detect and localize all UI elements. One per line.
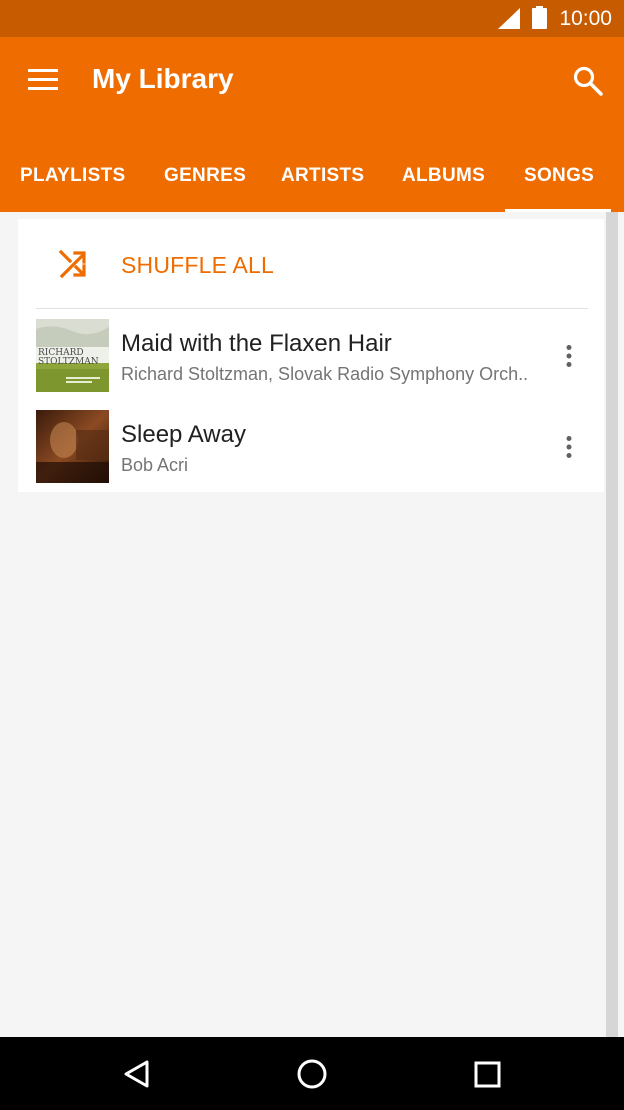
active-tab-indicator — [505, 209, 611, 212]
tab-albums[interactable]: ALBUMS — [402, 143, 485, 212]
tab-bar: PLAYLISTS GENRES ARTISTS ALBUMS SONGS — [0, 143, 624, 212]
song-title: Sleep Away — [121, 421, 246, 448]
signal-icon — [498, 8, 520, 29]
more-vert-icon[interactable] — [558, 345, 580, 367]
tab-songs[interactable]: SONGS — [524, 143, 594, 212]
song-title: Maid with the Flaxen Hair — [121, 330, 392, 357]
tab-genres[interactable]: GENRES — [164, 143, 246, 212]
album-art-text: STOLTZMAN — [38, 357, 99, 367]
back-icon[interactable] — [122, 1059, 152, 1089]
album-art: RICHARD STOLTZMAN — [36, 319, 109, 392]
scrollbar[interactable] — [606, 212, 618, 1038]
shuffle-icon — [58, 249, 86, 279]
shuffle-all-button[interactable]: SHUFFLE ALL — [18, 219, 604, 309]
shuffle-all-label: SHUFFLE ALL — [121, 252, 275, 278]
song-artist: Richard Stoltzman, Slovak Radio Symphony… — [121, 364, 529, 384]
page-title: My Library — [92, 63, 234, 94]
app-bar: My Library PLAYLISTS GENRES ARTISTS ALBU… — [0, 37, 624, 212]
song-row[interactable]: RICHARD STOLTZMAN Maid with the Flaxen H… — [18, 309, 604, 400]
album-art — [36, 410, 109, 483]
tab-playlists[interactable]: PLAYLISTS — [20, 143, 125, 212]
status-time: 10:00 — [559, 7, 612, 30]
search-icon[interactable] — [572, 65, 604, 97]
song-row[interactable]: Sleep Away Bob Acri — [18, 400, 604, 491]
song-artist: Bob Acri — [121, 455, 189, 475]
menu-icon[interactable] — [28, 69, 58, 91]
tab-artists[interactable]: ARTISTS — [281, 143, 364, 212]
more-vert-icon[interactable] — [558, 436, 580, 458]
songs-list-card: SHUFFLE ALL RICHARD STOLTZMAN Maid with … — [18, 219, 604, 492]
system-nav-bar — [0, 1037, 624, 1110]
album-art-image: RICHARD STOLTZMAN — [36, 319, 109, 392]
status-bar: 10:00 — [0, 0, 624, 37]
album-art-image — [36, 410, 109, 483]
home-icon[interactable] — [296, 1058, 328, 1090]
battery-icon — [532, 6, 547, 29]
recent-apps-icon[interactable] — [474, 1061, 501, 1088]
